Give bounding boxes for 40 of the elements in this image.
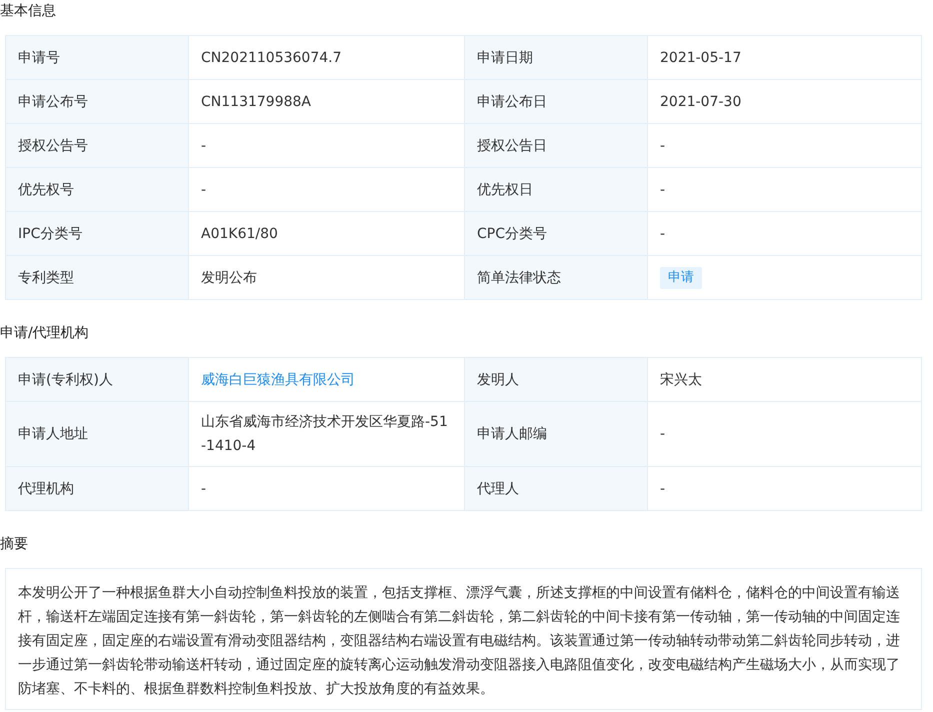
company-link[interactable]: 威海白巨猿渔具有限公司	[201, 368, 355, 392]
field-label: 授权公告日	[465, 124, 648, 168]
field-value: -	[660, 224, 666, 244]
field-value: 发明公布	[201, 268, 257, 288]
field-label: 申请人邮编	[465, 402, 648, 467]
field-label: 申请号	[6, 36, 189, 80]
section-title: 申请/代理机构	[0, 324, 90, 343]
field-label: 申请人地址	[6, 402, 189, 467]
field-value: 2021-05-17	[660, 48, 742, 68]
field-value: -	[201, 136, 206, 156]
field-value: 2021-07-30	[660, 92, 742, 112]
section-title: 基本信息	[0, 2, 57, 21]
field-value: 宋兴太	[660, 370, 702, 390]
field-value: CN202110536074.7	[201, 48, 342, 68]
field-label: 代理人	[465, 467, 648, 511]
field-label: 专利类型	[6, 256, 189, 300]
field-label: 优先权日	[465, 168, 648, 212]
field-label: IPC分类号	[6, 212, 189, 256]
field-value: -	[660, 425, 666, 444]
field-value: 山东省威海市经济技术开发区华夏路-51-1410-4	[201, 413, 449, 456]
field-label: 申请日期	[465, 36, 648, 80]
field-label: 申请公布日	[465, 80, 648, 124]
field-value: -	[201, 480, 206, 498]
field-value: CN113179988A	[201, 92, 311, 112]
field-label: CPC分类号	[465, 212, 648, 256]
status-tag: 申请	[660, 266, 702, 288]
field-value: -	[201, 180, 206, 200]
field-label: 授权公告号	[6, 124, 189, 168]
field-value: -	[660, 480, 666, 498]
section-title: 摘要	[0, 535, 29, 554]
field-label: 简单法律状态	[465, 256, 648, 300]
field-label: 发明人	[465, 358, 648, 402]
field-label: 申请(专利权)人	[6, 358, 189, 402]
field-value: -	[660, 136, 666, 156]
field-label: 代理机构	[6, 467, 189, 511]
field-label: 优先权号	[6, 168, 189, 212]
field-value: -	[660, 180, 666, 200]
abstract-text: 本发明公开了一种根据鱼群大小自动控制鱼料投放的装置，包括支撑框、漂浮气囊，所述支撑框的中间设置有储料仓，储料仓的中间设置有输送杆，输送杆左端固定连接有第一斜齿轮，第一斜齿轮的左侧啮合有第二斜齿轮，第二斜齿轮的中间卡接有第一传动轴，第一传动轴的中间固定连接有固定座，固定座的右端设置有滑动变阻器结构，变阻器结构右端设置有电磁结构。该装置通过第一传动轴转动带动第二斜齿轮同步转动，进一步通过第一斜齿轮带动输送杆转动，通过固定座的旋转离心运动触发滑动变阻器接入电路阻值变化，改变电磁结构产生磁场大小，从而实现了防堵塞、不卡料的、根据鱼群数料控制鱼料投放、扩大投放角度的有益效果。	[18, 584, 901, 699]
field-label: 申请公布号	[6, 80, 189, 124]
field-value: A01K61/80	[201, 224, 278, 244]
